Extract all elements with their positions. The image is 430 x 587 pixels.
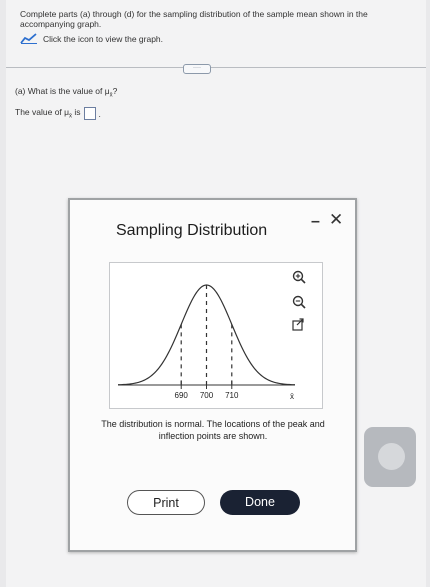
x-tick-label-710: 710 — [225, 391, 239, 400]
external-link-icon[interactable] — [292, 318, 304, 331]
question-a-suffix: ? — [112, 86, 118, 96]
x-tick-label-700: 700 — [200, 391, 214, 400]
divider — [6, 67, 426, 68]
toggle-knob[interactable] — [378, 443, 405, 470]
x-tick-label-690: 690 — [175, 391, 189, 400]
answer-period: . — [98, 108, 101, 119]
question-a-answer-row: The value of μx̄ is . — [15, 107, 101, 120]
view-graph-label[interactable]: Click the icon to view the graph. — [43, 34, 163, 44]
close-button[interactable]: ✕ — [329, 210, 343, 230]
instructions: Complete parts (a) through (d) for the s… — [20, 9, 368, 29]
sampling-distribution-chart: 690 700 710 x̄ — [117, 270, 306, 401]
x-axis-label: x̄ — [290, 392, 294, 401]
answer-prefix: The value of μx̄ is — [15, 107, 81, 120]
question-a-prompt: (a) What is the value of μx̄? — [15, 86, 117, 99]
graph-panel: 690 700 710 x̄ — [109, 262, 323, 409]
question-a-prefix: (a) What is the value of μ — [15, 86, 110, 96]
graph-caption: The distribution is normal. The location… — [101, 419, 325, 441]
dialog-title: Sampling Distribution — [116, 222, 268, 239]
expand-more-button[interactable]: ···· — [183, 64, 211, 74]
minimize-button[interactable]: – — [311, 213, 320, 231]
zoom-out-icon[interactable] — [292, 295, 306, 309]
sampling-distribution-dialog: Sampling Distribution – ✕ 690 700 710 x̄ Th… — [68, 198, 357, 552]
graph-icon[interactable] — [20, 33, 38, 44]
view-graph-link[interactable]: Click the icon to view the graph. — [20, 33, 163, 44]
answer-input[interactable] — [83, 107, 96, 120]
print-button[interactable]: Print — [127, 490, 205, 515]
side-toggle-widget[interactable] — [364, 427, 416, 487]
done-button[interactable]: Done — [220, 490, 300, 515]
zoom-in-icon[interactable] — [292, 270, 306, 284]
